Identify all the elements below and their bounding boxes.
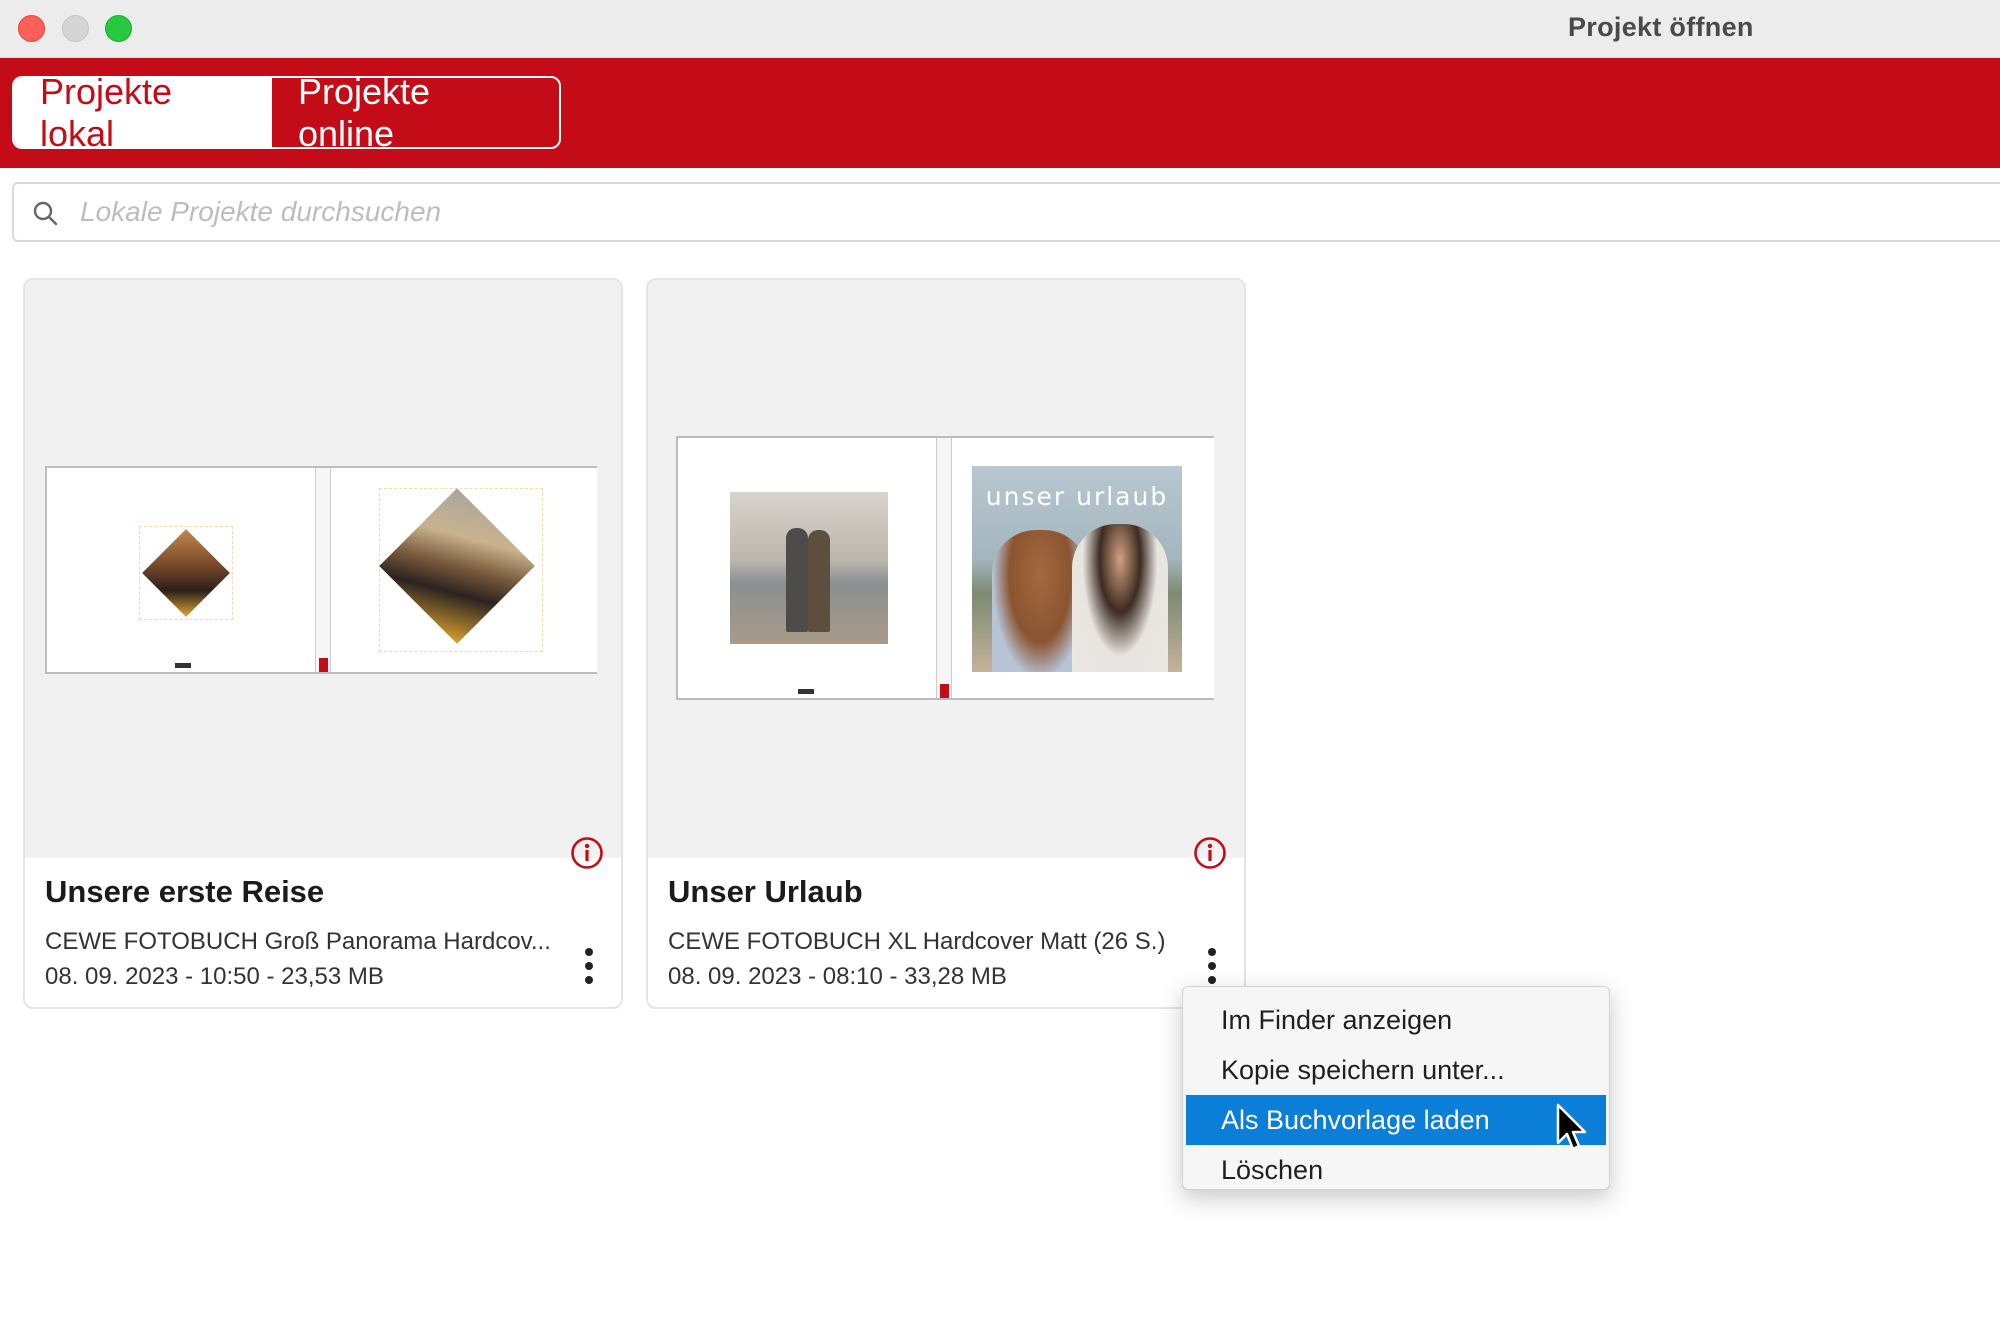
spine-marker [940, 684, 949, 698]
project-title: Unser Urlaub [668, 874, 863, 909]
page-number-mark [798, 689, 814, 694]
tab-online-projects[interactable]: Projekte online [272, 78, 559, 147]
tab-group: Projekte lokal Projekte online [12, 76, 561, 149]
photobook-preview: unser urlaub [676, 436, 1214, 700]
pointer-cursor-icon [1556, 1103, 1587, 1151]
couple-figure [1072, 524, 1168, 672]
page-number-mark [175, 663, 191, 668]
project-card[interactable]: Unsere erste Reise CEWE FOTOBUCH Groß Pa… [23, 278, 623, 1009]
window-maximize-button[interactable] [105, 15, 132, 42]
tab-local-projects[interactable]: Projekte lokal [14, 78, 272, 147]
couple-figure [786, 528, 808, 632]
context-menu: Im Finder anzeigen Kopie speichern unter… [1182, 986, 1610, 1190]
info-icon[interactable] [1193, 836, 1227, 870]
window-minimize-button[interactable] [62, 15, 89, 42]
menu-item-load-as-book-template[interactable]: Als Buchvorlage laden [1186, 1095, 1606, 1145]
book-page-right [331, 468, 597, 672]
project-meta: 08. 09. 2023 - 08:10 - 33,28 MB [668, 963, 1007, 990]
book-page-right: unser urlaub [952, 438, 1214, 698]
more-options-button[interactable] [574, 944, 604, 988]
search-box [12, 182, 2000, 242]
header-bar: Projekte lokal Projekte online [0, 58, 2000, 168]
book-spine [315, 468, 331, 672]
more-vertical-icon [585, 948, 593, 956]
more-options-button[interactable] [1197, 944, 1227, 988]
project-thumbnail[interactable]: unser urlaub [648, 280, 1244, 869]
project-card[interactable]: unser urlaub Unser Urlaub CEWE FOTOBUCH … [646, 278, 1246, 1009]
project-title: Unsere erste Reise [45, 874, 325, 909]
window-close-button[interactable] [18, 15, 45, 42]
more-vertical-icon [1208, 962, 1216, 970]
more-vertical-icon [1208, 948, 1216, 956]
book-spine [936, 438, 952, 698]
window-title: Projekt öffnen [1568, 12, 1754, 42]
book-page-left [47, 468, 315, 672]
menu-item-delete[interactable]: Löschen [1183, 1145, 1609, 1195]
more-vertical-icon [585, 962, 593, 970]
project-thumbnail[interactable] [25, 280, 621, 869]
menu-item-save-copy-as[interactable]: Kopie speichern unter... [1183, 1045, 1609, 1095]
project-description: CEWE FOTOBUCH XL Hardcover Matt (26 S.) [668, 928, 1166, 955]
more-vertical-icon [585, 976, 593, 984]
project-meta: 08. 09. 2023 - 10:50 - 23,53 MB [45, 963, 384, 990]
spine-marker [319, 658, 328, 672]
cover-title: unser urlaub [985, 482, 1169, 511]
project-description: CEWE FOTOBUCH Groß Panorama Hardcov... [45, 928, 551, 955]
window-titlebar: Projekt öffnen [0, 0, 2000, 58]
info-icon[interactable] [570, 836, 604, 870]
search-input[interactable] [80, 184, 1980, 240]
couple-figure [808, 530, 830, 632]
menu-item-show-in-finder[interactable]: Im Finder anzeigen [1183, 995, 1609, 1045]
beach-photo [730, 492, 888, 644]
photobook-preview [45, 466, 597, 674]
book-page-left [678, 438, 936, 698]
cover-photo: unser urlaub [972, 466, 1182, 672]
more-vertical-icon [1208, 976, 1216, 984]
search-icon [33, 201, 58, 226]
